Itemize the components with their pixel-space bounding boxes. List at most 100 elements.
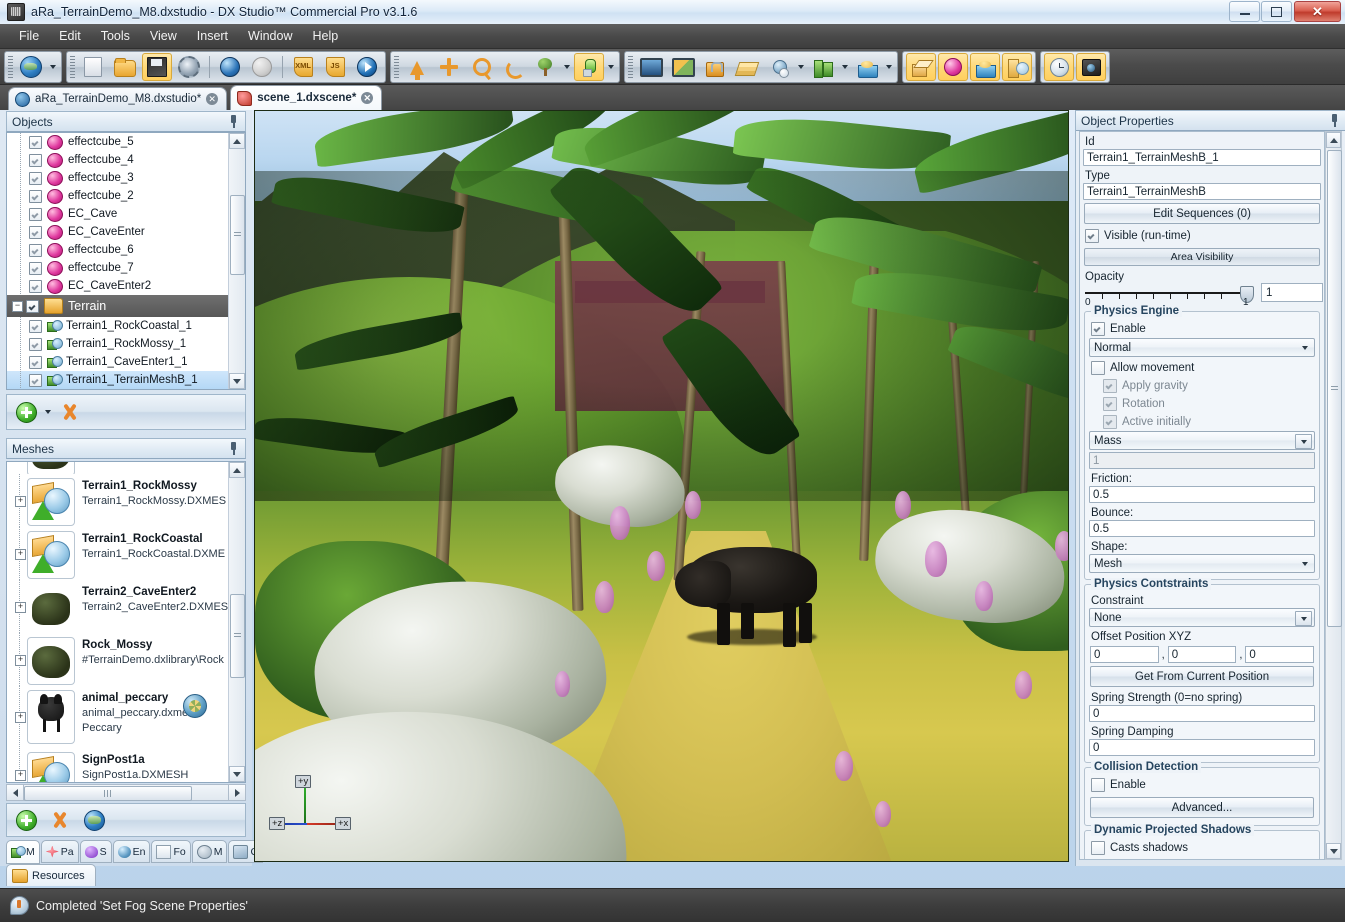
menu-item-file[interactable]: File bbox=[10, 26, 48, 46]
web-globe-button[interactable] bbox=[16, 53, 46, 81]
get-from-current-position-button[interactable]: Get From Current Position bbox=[1090, 666, 1314, 687]
tab-materials[interactable]: M bbox=[191, 840, 228, 863]
type-field[interactable]: Terrain1_TerrainMeshB bbox=[1083, 183, 1321, 200]
rotate-tool-button[interactable] bbox=[498, 53, 528, 81]
add-light-button[interactable] bbox=[574, 52, 604, 81]
scroll-down-icon[interactable] bbox=[229, 766, 245, 782]
list-item[interactable]: + Terrain1_RockMossy Terrain1_RockMossy.… bbox=[7, 474, 229, 527]
document-tab-dxscene[interactable]: scene_1.dxscene* ✕ bbox=[230, 85, 383, 110]
group-button[interactable] bbox=[808, 53, 838, 81]
bounce-field[interactable]: 0.5 bbox=[1089, 520, 1315, 537]
visibility-checkbox[interactable] bbox=[29, 337, 42, 351]
expander-icon[interactable]: + bbox=[15, 712, 26, 723]
offset-x-field[interactable]: 0 bbox=[1090, 646, 1159, 663]
web-globe-dropdown[interactable] bbox=[47, 54, 59, 80]
insert-particles-button[interactable] bbox=[970, 52, 1000, 81]
meshes-list[interactable]: + Terrain1_RockMossy Terrain1_RockMossy.… bbox=[6, 461, 246, 783]
tree-item-effectcube_3[interactable]: effectcube_3 bbox=[7, 169, 229, 187]
visible-runtime-checkbox[interactable] bbox=[1085, 229, 1099, 243]
shows-shadows-checkbox[interactable] bbox=[1091, 859, 1105, 860]
scroll-down-icon[interactable] bbox=[229, 373, 245, 389]
maximize-button[interactable] bbox=[1261, 1, 1292, 22]
friction-field[interactable]: 0.5 bbox=[1089, 486, 1315, 503]
pin-icon[interactable] bbox=[1328, 114, 1341, 127]
close-icon[interactable]: ✕ bbox=[361, 92, 374, 104]
objects-tree-scrollbar[interactable] bbox=[228, 133, 245, 389]
offset-y-field[interactable]: 0 bbox=[1167, 646, 1237, 663]
view-monitor-button[interactable] bbox=[636, 53, 666, 81]
tree-item-rockmossy[interactable]: Terrain1_RockMossy_1 bbox=[7, 335, 229, 353]
add-tree-button[interactable] bbox=[530, 53, 560, 81]
allow-movement-checkbox[interactable] bbox=[1091, 361, 1105, 375]
add-object-button[interactable] bbox=[852, 53, 882, 81]
visibility-checkbox[interactable] bbox=[29, 225, 42, 239]
chevron-down-icon[interactable] bbox=[1297, 341, 1312, 354]
settings-button[interactable] bbox=[174, 53, 204, 81]
list-item[interactable]: + Terrain1_RockCoastal Terrain1_RockCoas… bbox=[7, 527, 229, 580]
lock-button[interactable] bbox=[700, 53, 730, 81]
environment-button[interactable] bbox=[764, 53, 794, 81]
physics-mode-select[interactable]: Normal bbox=[1089, 338, 1315, 357]
visibility-checkbox[interactable] bbox=[29, 355, 42, 369]
close-button[interactable]: ✕ bbox=[1294, 1, 1341, 22]
toolbar-grip[interactable] bbox=[628, 55, 633, 78]
pin-icon[interactable] bbox=[227, 115, 240, 128]
collapse-expander[interactable]: − bbox=[12, 300, 23, 312]
insert-cube-button[interactable] bbox=[906, 52, 936, 81]
tab-particles[interactable]: Pa bbox=[40, 840, 79, 863]
insert-effect-button[interactable] bbox=[938, 52, 968, 81]
list-item[interactable]: + SignPost1a SignPost1a.DXMESH bbox=[7, 748, 229, 782]
visibility-checkbox[interactable] bbox=[29, 189, 42, 203]
collision-enable-checkbox[interactable] bbox=[1091, 778, 1105, 792]
apply-gravity-checkbox[interactable] bbox=[1103, 379, 1117, 393]
tree-item-terrain-folder[interactable]: − Terrain bbox=[7, 295, 229, 317]
id-field[interactable]: Terrain1_TerrainMeshB_1 bbox=[1083, 149, 1321, 166]
document-tab-dxstudio[interactable]: aRa_TerrainDemo_M8.dxstudio* ✕ bbox=[8, 87, 228, 110]
scroll-down-icon[interactable] bbox=[1326, 843, 1341, 859]
add-object-dropdown[interactable] bbox=[42, 399, 54, 425]
meshes-scrollbar[interactable] bbox=[228, 462, 245, 782]
import-mesh-button[interactable] bbox=[81, 807, 107, 833]
menu-item-insert[interactable]: Insert bbox=[188, 26, 237, 46]
select-tool-button[interactable] bbox=[402, 53, 432, 81]
allow-movement-row[interactable]: Allow movement bbox=[1089, 359, 1315, 377]
opacity-value-field[interactable]: 1 bbox=[1261, 283, 1323, 302]
tab-fonts[interactable]: Fo bbox=[151, 840, 191, 863]
menu-item-edit[interactable]: Edit bbox=[50, 26, 90, 46]
spring-damping-field[interactable]: 0 bbox=[1089, 739, 1315, 756]
shape-select[interactable]: Mesh bbox=[1089, 554, 1315, 573]
delete-object-button[interactable] bbox=[57, 399, 83, 425]
tree-item-ec-cave[interactable]: EC_Cave bbox=[7, 205, 229, 223]
tree-item-terrainmeshb[interactable]: Terrain1_TerrainMeshB_1 bbox=[7, 371, 229, 389]
tree-item-caveenter1[interactable]: Terrain1_CaveEnter1_1 bbox=[7, 353, 229, 371]
preview-button[interactable] bbox=[215, 53, 245, 81]
scale-tool-button[interactable] bbox=[466, 53, 496, 81]
add-tree-dropdown[interactable] bbox=[561, 54, 573, 80]
layers-button[interactable] bbox=[732, 53, 762, 81]
add-light-dropdown[interactable] bbox=[605, 54, 617, 80]
physics-enable-checkbox[interactable] bbox=[1091, 322, 1105, 336]
tree-item-effectcube_7[interactable]: effectcube_7 bbox=[7, 259, 229, 277]
tree-item-effectcube_5[interactable]: effectcube_5 bbox=[7, 133, 229, 151]
environment-dropdown[interactable] bbox=[795, 54, 807, 80]
tab-meshes[interactable]: M bbox=[6, 840, 40, 864]
save-button[interactable] bbox=[142, 52, 172, 81]
expander-icon[interactable]: + bbox=[15, 549, 26, 560]
group-dropdown[interactable] bbox=[839, 54, 851, 80]
visibility-checkbox[interactable] bbox=[29, 373, 42, 387]
toolbar-grip[interactable] bbox=[70, 55, 75, 78]
mass-value-field[interactable]: 1 bbox=[1089, 452, 1315, 469]
scroll-up-icon[interactable] bbox=[229, 462, 245, 478]
reload-button[interactable] bbox=[247, 53, 277, 81]
active-initially-checkbox[interactable] bbox=[1103, 415, 1117, 429]
scrollbar-thumb[interactable] bbox=[230, 195, 245, 275]
collision-enable-row[interactable]: Enable bbox=[1089, 776, 1315, 794]
scroll-left-icon[interactable] bbox=[7, 785, 24, 800]
area-visibility-button[interactable]: Area Visibility bbox=[1084, 248, 1320, 266]
expander-icon[interactable]: + bbox=[15, 496, 26, 507]
collision-advanced-button[interactable]: Advanced... bbox=[1090, 797, 1314, 818]
visibility-checkbox[interactable] bbox=[29, 279, 42, 293]
list-item[interactable]: + Rock_Mossy #TerrainDemo.dxlibrary\Rock bbox=[7, 633, 229, 686]
menu-item-help[interactable]: Help bbox=[304, 26, 348, 46]
offset-z-field[interactable]: 0 bbox=[1245, 646, 1314, 663]
